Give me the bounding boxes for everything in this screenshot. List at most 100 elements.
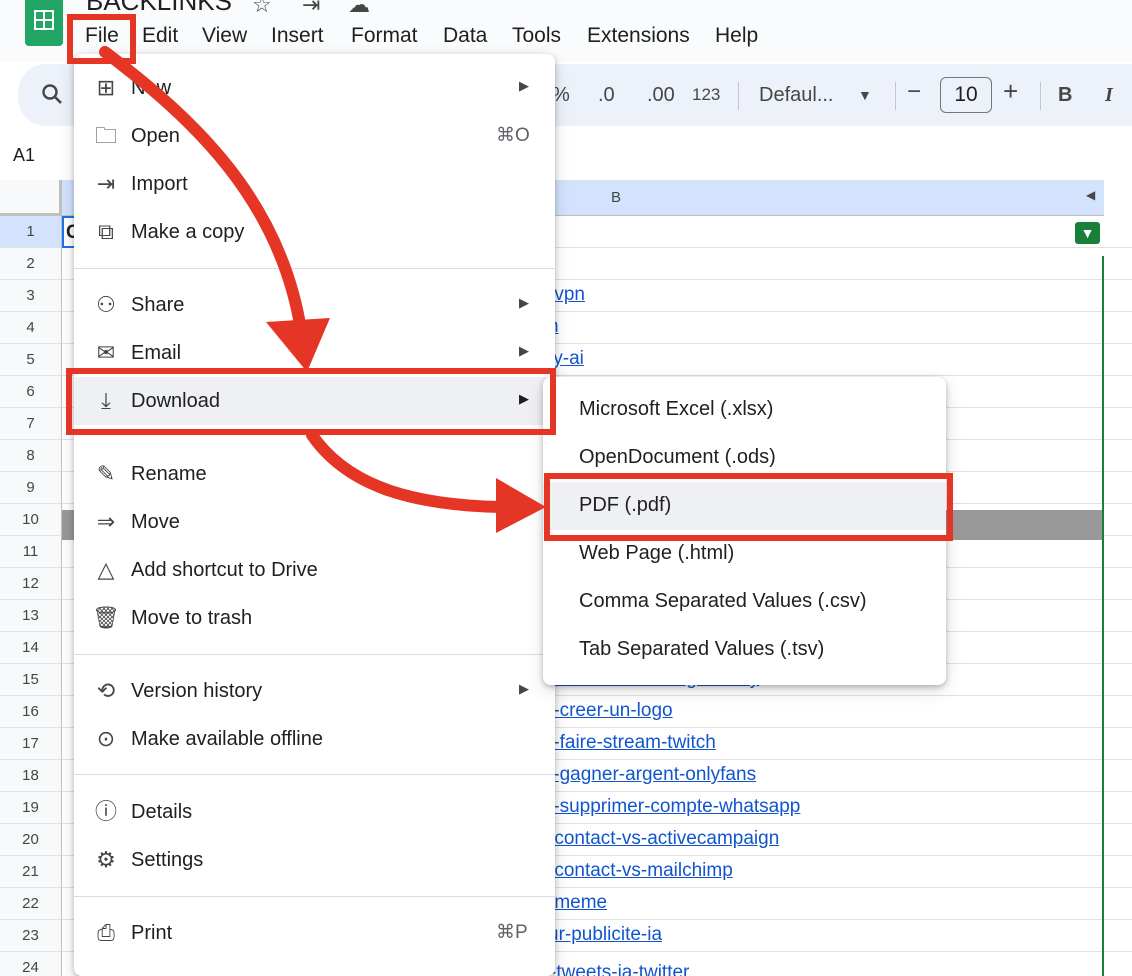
share-person-icon: ⚇: [96, 292, 116, 317]
row-header-19[interactable]: 19: [0, 792, 62, 824]
row-header-4[interactable]: 4: [0, 312, 62, 344]
menu-item-label: Make available offline: [131, 728, 323, 750]
cell-link-row-22[interactable]: -meme: [548, 892, 607, 914]
print-icon: ⎙: [97, 920, 115, 945]
row-header-1[interactable]: 1: [0, 216, 62, 248]
file-menu-import[interactable]: ⇥ Import: [74, 160, 555, 208]
menu-edit[interactable]: Edit: [142, 22, 178, 50]
increase-decimal-button[interactable]: .00: [647, 82, 675, 108]
menu-help[interactable]: Help: [715, 22, 758, 50]
menu-item-label: New: [131, 77, 172, 99]
row-header-10[interactable]: 10: [0, 504, 62, 536]
toolbar-divider: [1040, 82, 1041, 110]
rename-icon: ✎: [96, 461, 116, 486]
menu-item-label: Email: [131, 342, 182, 364]
download-option-label: Microsoft Excel (.xlsx): [579, 398, 774, 420]
file-menu-share[interactable]: ⚇ Share ▶: [74, 281, 555, 329]
cell-link-row-18[interactable]: t-gagner-argent-onlyfans: [548, 764, 756, 786]
font-dropdown-icon[interactable]: ▼: [858, 82, 872, 108]
import-icon: ⇥: [96, 171, 116, 196]
cell-link-row-17[interactable]: t-faire-stream-twitch: [548, 732, 716, 754]
row-header-8[interactable]: 8: [0, 440, 62, 472]
star-icon[interactable]: ☆: [252, 0, 272, 18]
file-menu-new[interactable]: ⊞ New ▶: [74, 64, 555, 112]
file-menu-move-to-trash[interactable]: 🗑 Move to trash: [74, 594, 555, 642]
row-header-2[interactable]: 2: [0, 248, 62, 280]
search-menus-icon[interactable]: [40, 82, 64, 113]
row-header-22[interactable]: 22: [0, 888, 62, 920]
row-header-15[interactable]: 15: [0, 664, 62, 696]
cell-link-row-21[interactable]: -contact-vs-mailchimp: [548, 860, 733, 882]
row-header-17[interactable]: 17: [0, 728, 62, 760]
menu-item-label: Details: [131, 801, 193, 823]
font-select[interactable]: Defaul...: [759, 82, 833, 108]
copy-icon: ⧉: [98, 219, 114, 244]
row-header-21[interactable]: 21: [0, 856, 62, 888]
more-formats-button[interactable]: 123: [692, 82, 720, 108]
filter-range-border: [1102, 256, 1104, 976]
menu-item-label: Settings: [131, 849, 204, 871]
bold-button[interactable]: B: [1058, 82, 1072, 108]
download-option-label: Tab Separated Values (.tsv): [579, 638, 825, 660]
sheets-logo[interactable]: [25, 0, 63, 46]
menu-item-label: Print: [131, 922, 173, 944]
scroll-columns-left-icon[interactable]: ◀: [1086, 188, 1095, 202]
menu-tools[interactable]: Tools: [512, 22, 561, 50]
row-header-7[interactable]: 7: [0, 408, 62, 440]
menu-item-label: Add shortcut to Drive: [131, 559, 318, 581]
download-option-0[interactable]: Microsoft Excel (.xlsx): [543, 386, 946, 434]
toolbar-divider: [738, 82, 739, 110]
cell-link-row-23[interactable]: ur-publicite-ia: [548, 924, 662, 946]
row-header-13[interactable]: 13: [0, 600, 62, 632]
file-menu: ⊞ New ▶ 🗀 Open ⌘O ⇥ Import ⧉ Make a copy ⚇ Share ▶ ✉ E…: [74, 54, 555, 976]
row-header-3[interactable]: 3: [0, 280, 62, 312]
row-header-20[interactable]: 20: [0, 824, 62, 856]
font-size-input[interactable]: 10: [940, 77, 992, 113]
download-option-5[interactable]: Tab Separated Values (.tsv): [543, 626, 946, 674]
row-header-16[interactable]: 16: [0, 696, 62, 728]
file-menu-move[interactable]: ⇒ Move: [74, 498, 555, 546]
row-header-23[interactable]: 23: [0, 920, 62, 952]
file-menu-print[interactable]: ⎙ Print ⌘P: [74, 909, 555, 957]
row-header-11[interactable]: 11: [0, 536, 62, 568]
menu-extensions[interactable]: Extensions: [587, 22, 690, 50]
settings-icon: ⚙: [96, 847, 116, 872]
menu-view[interactable]: View: [202, 22, 247, 50]
cell-link-row-19[interactable]: t-supprimer-compte-whatsapp: [548, 796, 800, 818]
menu-format[interactable]: Format: [351, 22, 418, 50]
file-menu-details[interactable]: ⓘ Details: [74, 788, 555, 836]
column-label: B: [611, 189, 622, 206]
file-menu-make-a-copy[interactable]: ⧉ Make a copy: [74, 208, 555, 256]
row-header-14[interactable]: 14: [0, 632, 62, 664]
file-menu-version-history[interactable]: ⟲ Version history ▶: [74, 667, 555, 715]
cell-link-row-20[interactable]: -contact-vs-activecampaign: [548, 828, 779, 850]
italic-button[interactable]: I: [1105, 82, 1113, 108]
menu-divider: [74, 774, 555, 775]
cloud-saved-icon[interactable]: ☁: [348, 0, 370, 18]
decrease-decimal-button[interactable]: .0: [598, 82, 615, 108]
name-box[interactable]: A1: [13, 145, 35, 166]
file-menu-make-available-offline[interactable]: ⊙ Make available offline: [74, 715, 555, 763]
select-all-corner[interactable]: [0, 180, 62, 216]
row-header-12[interactable]: 12: [0, 568, 62, 600]
menu-data[interactable]: Data: [443, 22, 487, 50]
row-header-24[interactable]: 24: [0, 952, 62, 976]
drive-shortcut-icon: △: [97, 557, 115, 582]
file-menu-settings[interactable]: ⚙ Settings: [74, 836, 555, 884]
decrease-font-size-button[interactable]: −: [907, 79, 921, 105]
file-menu-rename[interactable]: ✎ Rename: [74, 450, 555, 498]
increase-font-size-button[interactable]: +: [1003, 78, 1018, 104]
row-header-5[interactable]: 5: [0, 344, 62, 376]
cell-link-row-16[interactable]: t-creer-un-logo: [548, 700, 673, 722]
row-header-6[interactable]: 6: [0, 376, 62, 408]
file-menu-add-shortcut-to-drive[interactable]: △ Add shortcut to Drive: [74, 546, 555, 594]
row-header-9[interactable]: 9: [0, 472, 62, 504]
menu-item-label: Version history: [131, 680, 263, 702]
highlight-download: [66, 368, 556, 435]
file-menu-open[interactable]: 🗀 Open ⌘O: [74, 112, 555, 160]
move-to-folder-icon[interactable]: ⇥: [302, 0, 320, 18]
row-header-18[interactable]: 18: [0, 760, 62, 792]
download-option-4[interactable]: Comma Separated Values (.csv): [543, 578, 946, 626]
filter-icon[interactable]: ▼: [1075, 222, 1100, 244]
menu-insert[interactable]: Insert: [271, 22, 324, 50]
